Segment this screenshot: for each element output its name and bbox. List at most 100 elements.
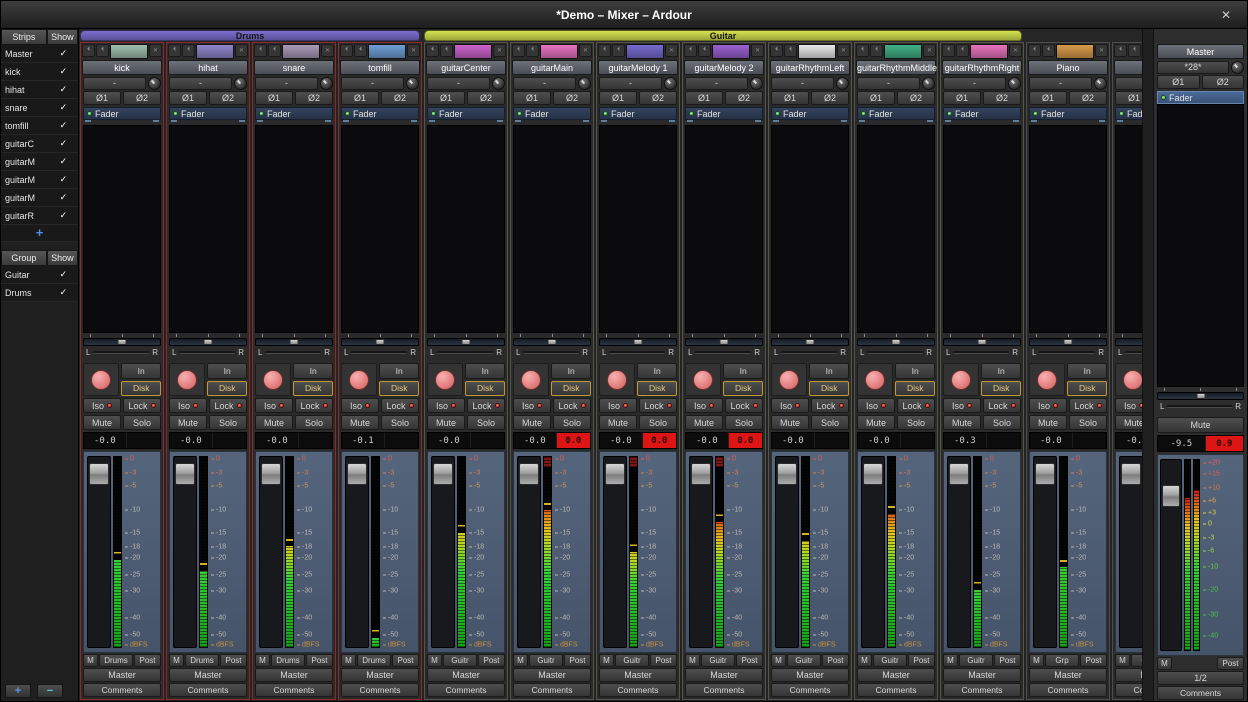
processor-active-led[interactable] (775, 111, 780, 116)
show-column-header[interactable]: Show (47, 29, 78, 45)
processor-box[interactable] (599, 125, 677, 333)
strip-height-button[interactable]: ⏴ (440, 44, 453, 57)
metering-button[interactable]: M (341, 654, 356, 667)
comments-button[interactable]: Comments (341, 683, 419, 697)
mute-button[interactable]: Mute (857, 415, 895, 430)
monitor-input-button[interactable]: In (207, 363, 247, 379)
fader-handle[interactable] (691, 463, 711, 485)
strip-color-bar[interactable] (454, 44, 492, 59)
remove-group-button[interactable]: − (37, 684, 63, 698)
pan-track[interactable] (513, 338, 591, 346)
record-arm-button[interactable] (263, 370, 283, 390)
gain-fader[interactable] (1033, 456, 1057, 648)
processor-active-led[interactable] (947, 111, 952, 116)
strip-color-bar[interactable] (970, 44, 1008, 59)
strip-width-button[interactable]: ⏴ (684, 44, 697, 57)
pan-handle[interactable] (376, 339, 385, 345)
pan-track[interactable] (599, 338, 677, 346)
output-button[interactable]: Master (427, 668, 505, 682)
strip-name-button[interactable]: tomfill (340, 60, 420, 75)
strip-color-bar[interactable] (368, 44, 406, 59)
metering-button[interactable]: M (771, 654, 786, 667)
pan-handle[interactable] (806, 339, 815, 345)
add-group-button[interactable]: + (5, 684, 31, 698)
record-arm-button[interactable] (607, 370, 627, 390)
master-peak-display[interactable]: 0.9 (1205, 436, 1243, 451)
pan-handle[interactable] (462, 339, 471, 345)
processor-box[interactable] (341, 125, 419, 333)
sidebar-strip-row[interactable]: guitarC✓ (1, 135, 78, 153)
trim-button[interactable]: - (685, 77, 748, 90)
monitor-disk-button[interactable]: Disk (723, 381, 763, 397)
solo-lock-button[interactable]: Lock (467, 398, 505, 413)
monitor-input-button[interactable]: In (895, 363, 935, 379)
comments-button[interactable]: Comments (169, 683, 247, 697)
vertical-scrollbar[interactable] (1142, 29, 1154, 702)
group-button[interactable]: Guitr (529, 654, 563, 667)
monitor-disk-button[interactable]: Disk (551, 381, 591, 397)
pan-track[interactable] (943, 338, 1021, 346)
processor-active-led[interactable] (87, 111, 92, 116)
master-trim-knob[interactable] (1231, 61, 1244, 74)
peak-display[interactable] (900, 433, 934, 448)
group-tab-guitar[interactable]: Guitar (424, 30, 1022, 41)
pan-handle[interactable] (978, 339, 987, 345)
group-button[interactable]: Grp (1131, 654, 1142, 667)
meter-point-button[interactable]: Post (1080, 654, 1107, 667)
pan-control[interactable]: L R (169, 334, 247, 362)
strip-width-button[interactable]: ⏴ (340, 44, 353, 57)
processor-active-led[interactable] (431, 111, 436, 116)
phase-2-button[interactable]: Ø2 (467, 91, 505, 105)
monitor-input-button[interactable]: In (1067, 363, 1107, 379)
record-arm-button[interactable] (435, 370, 455, 390)
monitor-disk-button[interactable]: Disk (809, 381, 849, 397)
group-button[interactable]: Guitr (701, 654, 735, 667)
trim-button[interactable]: - (599, 77, 662, 90)
fader-handle[interactable] (1121, 463, 1141, 485)
record-arm-button[interactable] (693, 370, 713, 390)
mute-button[interactable]: Mute (427, 415, 465, 430)
record-arm-button[interactable] (1123, 370, 1142, 390)
meter-point-button[interactable]: Post (994, 654, 1021, 667)
pan-handle[interactable] (204, 339, 213, 345)
master-output-button[interactable]: 1/2 (1157, 671, 1244, 685)
solo-lock-button[interactable]: Lock (983, 398, 1021, 413)
strip-height-button[interactable]: ⏴ (612, 44, 625, 57)
trim-knob[interactable] (922, 77, 935, 90)
mute-button[interactable]: Mute (513, 415, 551, 430)
strip-name-button[interactable]: guitarCenter (426, 60, 506, 75)
processor-box[interactable] (83, 125, 161, 333)
phase-1-button[interactable]: Ø1 (255, 91, 293, 105)
mute-button[interactable]: Mute (943, 415, 981, 430)
fader-handle[interactable] (261, 463, 281, 485)
pan-track[interactable] (1029, 338, 1107, 346)
monitor-disk-button[interactable]: Disk (1067, 381, 1107, 397)
visibility-checkmark[interactable]: ✓ (49, 156, 78, 167)
trim-button[interactable]: - (83, 77, 146, 90)
processor-active-led[interactable] (259, 111, 264, 116)
group-button[interactable]: Grp (1045, 654, 1079, 667)
phase-1-button[interactable]: Ø1 (685, 91, 723, 105)
solo-isolate-button[interactable]: Iso (1029, 398, 1067, 413)
sidebar-strip-row[interactable]: hihat✓ (1, 81, 78, 99)
gain-display[interactable]: -0.0 (170, 433, 212, 448)
visibility-checkmark[interactable]: ✓ (49, 174, 78, 185)
master-io-button[interactable]: *28* (1157, 61, 1229, 74)
monitor-disk-button[interactable]: Disk (207, 381, 247, 397)
solo-button[interactable]: Solo (123, 415, 161, 430)
solo-button[interactable]: Solo (381, 415, 419, 430)
group-button[interactable]: Guitr (959, 654, 993, 667)
pan-track[interactable] (1157, 392, 1244, 400)
solo-button[interactable]: Solo (1069, 415, 1107, 430)
trim-knob[interactable] (578, 77, 591, 90)
solo-isolate-button[interactable]: Iso (1115, 398, 1142, 413)
peak-display[interactable] (986, 433, 1020, 448)
peak-display[interactable]: 0.0 (728, 433, 762, 448)
strip-name-button[interactable]: snare (254, 60, 334, 75)
meter-point-button[interactable]: Post (822, 654, 849, 667)
solo-button[interactable]: Solo (725, 415, 763, 430)
processor-box[interactable] (771, 125, 849, 333)
metering-button[interactable]: M (857, 654, 872, 667)
phase-1-button[interactable]: Ø1 (943, 91, 981, 105)
trim-knob[interactable] (406, 77, 419, 90)
